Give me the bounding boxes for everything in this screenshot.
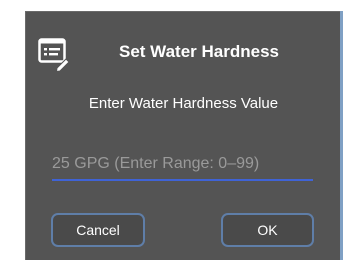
- dialog-title: Set Water Hardness: [119, 42, 279, 61]
- water-hardness-dialog: Set Water Hardness Enter Water Hardness …: [25, 11, 340, 260]
- cancel-button[interactable]: Cancel: [51, 213, 145, 247]
- ok-button[interactable]: OK: [221, 213, 314, 247]
- edit-list-icon: [38, 38, 70, 73]
- hardness-input[interactable]: [52, 151, 313, 177]
- dialog-prompt: Enter Water Hardness Value: [88, 95, 279, 112]
- hardness-input-container: [52, 151, 313, 181]
- dialog-right-edge: [340, 11, 343, 260]
